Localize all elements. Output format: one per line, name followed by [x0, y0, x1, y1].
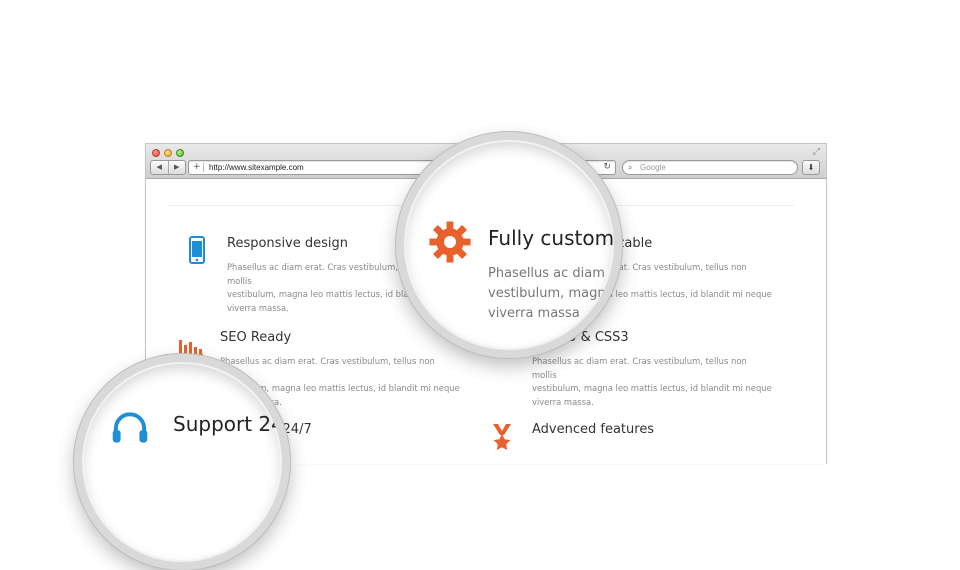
description-line: vestibulum, magna leo mattis lectus, id …: [532, 383, 772, 393]
fullscreen-icon[interactable]: ⤢: [813, 147, 820, 157]
description-line: Phasellus ac diam erat. Cras vestibulum,…: [532, 356, 747, 380]
magnified-feature-title: Fully custom: [488, 226, 615, 250]
url-text[interactable]: http://www.sitexample.com: [209, 161, 304, 174]
feature-title: Advenced features: [532, 422, 655, 437]
zoom-window-button[interactable]: [176, 149, 184, 157]
download-icon: ⬇: [807, 163, 815, 172]
reload-icon[interactable]: ↻: [603, 161, 611, 174]
mobile-phone-icon: [189, 236, 205, 264]
close-window-button[interactable]: [152, 149, 160, 157]
description-line: vestibulum, magna: [488, 286, 614, 301]
downloads-button[interactable]: ⬇: [802, 160, 820, 175]
search-icon: ⌕: [628, 163, 633, 172]
magnifier-lens: Fully custom Phasellus ac diam vestibulu…: [396, 132, 622, 358]
search-placeholder: Google: [640, 163, 666, 172]
magnified-feature-description: Phasellus ac diam vestibulum, magna vive…: [488, 264, 614, 324]
magnifier-lens: Support 24: [74, 354, 290, 570]
gear-icon: [429, 221, 471, 263]
address-divider: [203, 163, 204, 172]
description-line: viverra massa.: [532, 396, 594, 407]
forward-button[interactable]: ▶: [167, 161, 186, 174]
description-line: Phasellus ac diam: [488, 266, 605, 281]
minimize-window-button[interactable]: [164, 149, 172, 157]
headset-icon: [112, 412, 148, 443]
feature-title: Responsive design: [227, 236, 348, 251]
history-nav: ◀ ▶: [150, 160, 186, 175]
feature-title: SEO Ready: [220, 330, 292, 345]
description-line: Phasellus ac diam erat. Cras vestibulum,…: [220, 356, 435, 380]
feature-description: Phasellus ac diam erat. Cras vestibulum,…: [532, 355, 772, 409]
description-line: viverra massa: [488, 306, 580, 321]
search-input[interactable]: ⌕ Google: [622, 160, 798, 175]
add-bookmark-icon[interactable]: +: [193, 161, 201, 174]
back-button[interactable]: ◀: [151, 161, 168, 174]
magnified-feature-title: Support 24: [173, 412, 284, 436]
award-icon: [493, 424, 511, 450]
